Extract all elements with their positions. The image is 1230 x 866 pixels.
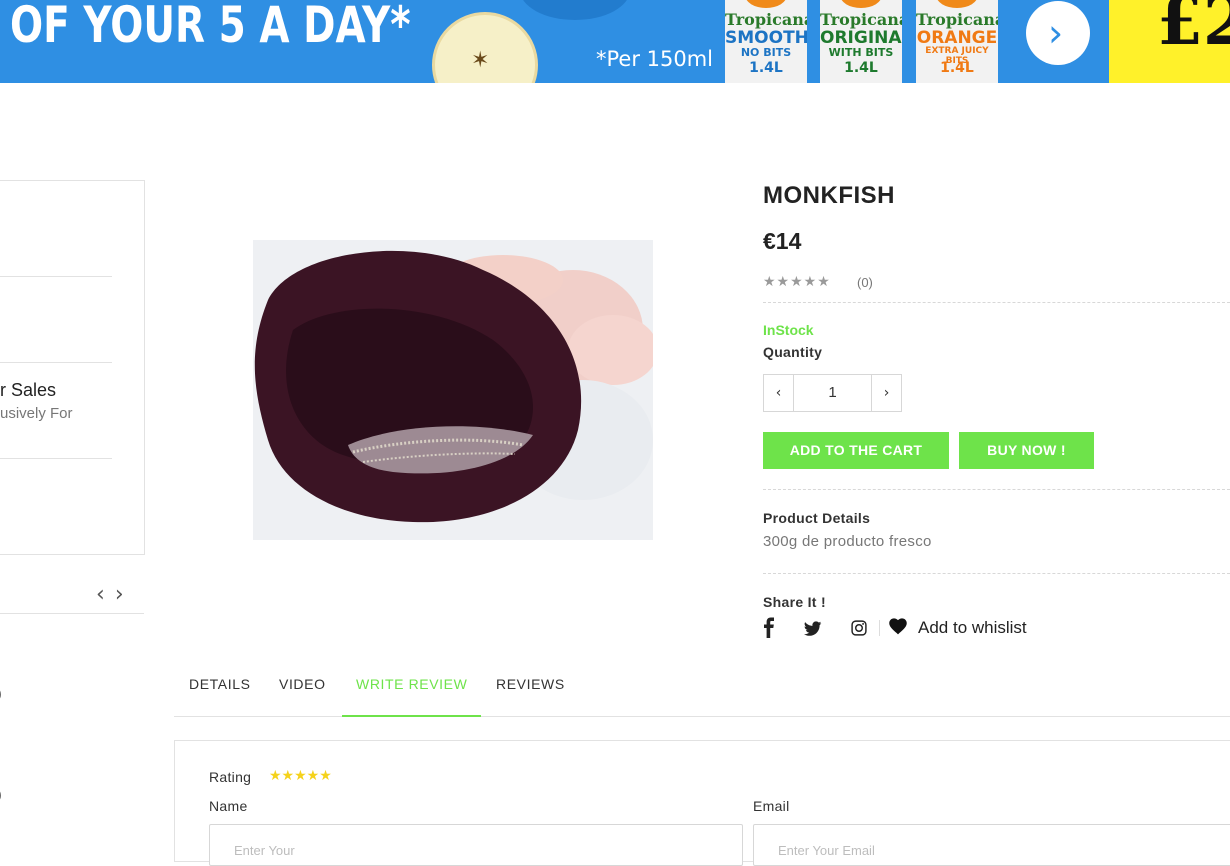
carton-brand: Tropicana	[916, 10, 998, 29]
product-image[interactable]	[253, 240, 653, 540]
product-title: MONKFISH	[763, 182, 895, 209]
share-label: Share It !	[763, 594, 826, 610]
sidebar-fragment: )	[0, 685, 2, 701]
name-label: Name	[209, 798, 248, 814]
promo-price: £2	[1157, 0, 1230, 60]
buy-now-button[interactable]: BUY NOW !	[959, 432, 1094, 469]
quantity-stepper: ‹ 1 ›	[763, 374, 902, 412]
divider	[0, 362, 112, 363]
facebook-icon[interactable]	[763, 617, 775, 639]
carton-volume: 1.4L	[844, 60, 878, 76]
rating-label: Rating	[209, 769, 252, 785]
rating-input-stars[interactable]: ★★★★★	[269, 768, 332, 784]
carton-sub: WITH BITS	[828, 46, 894, 59]
instagram-icon[interactable]	[851, 617, 867, 639]
banner-headline: OF YOUR 5 A DAY*	[10, 0, 411, 54]
tab-reviews[interactable]: REVIEWS	[496, 676, 565, 692]
carton-orange: Tropicana ORANGE EXTRA JUICY BITS 1.4L	[916, 0, 998, 83]
sidebar-item-subtitle: usively For	[0, 405, 73, 422]
tab-details[interactable]: DETAILS	[189, 676, 251, 692]
carton-sub: NO BITS	[740, 46, 792, 59]
sidebar-panel	[0, 180, 145, 555]
rating-count: (0)	[857, 275, 873, 290]
tabs-divider	[174, 716, 1230, 717]
divider	[763, 302, 1230, 303]
quantity-input[interactable]: 1	[794, 375, 871, 411]
divider	[0, 458, 112, 459]
banner-decoration	[520, 0, 630, 20]
quantity-decrease-button[interactable]: ‹	[764, 375, 794, 411]
add-to-cart-button[interactable]: ADD TO THE CART	[763, 432, 949, 469]
twitter-icon[interactable]	[804, 617, 822, 639]
orange-icon	[745, 0, 787, 8]
carton-kind: SMOOTH	[725, 28, 807, 48]
rating-stars: ★★★★★	[763, 274, 831, 290]
sidebar-carousel-nav: ‹ ›	[96, 582, 134, 607]
chevron-right-icon[interactable]: ›	[115, 582, 124, 607]
promo-banner[interactable]: OF YOUR 5 A DAY* ✶ *Per 150ml Tropicana …	[0, 0, 1230, 83]
sidebar-item-title[interactable]: r Sales	[0, 380, 56, 401]
name-field[interactable]: Enter Your	[209, 824, 743, 866]
orange-icon	[936, 0, 978, 8]
email-placeholder: Enter Your Email	[778, 843, 875, 858]
stock-status: InStock	[763, 322, 814, 338]
quantity-label: Quantity	[763, 344, 823, 360]
chevron-right-icon: ›	[1048, 11, 1064, 55]
carton-kind: ORANGE	[916, 28, 998, 48]
carton-brand: Tropicana	[820, 10, 902, 29]
banner-next-button[interactable]: ›	[1026, 1, 1090, 65]
chevron-left-icon[interactable]: ‹	[96, 582, 105, 607]
product-details-label: Product Details	[763, 510, 871, 526]
add-to-whislist-link[interactable]: Add to whislist	[918, 618, 1027, 638]
divider	[879, 620, 880, 636]
sidebar-fragment: )	[0, 786, 2, 802]
orange-icon	[840, 0, 882, 8]
tab-video[interactable]: VIDEO	[279, 676, 326, 692]
heart-icon[interactable]	[888, 616, 908, 636]
product-price: €14	[763, 228, 802, 254]
tab-write-review[interactable]: WRITE REVIEW	[356, 676, 467, 692]
apple-core-icon: ✶	[471, 48, 490, 73]
divider	[763, 489, 1230, 490]
product-details-text: 300g de producto fresco	[763, 533, 932, 550]
email-field[interactable]: Enter Your Email	[753, 824, 1230, 866]
name-placeholder: Enter Your	[234, 843, 295, 858]
quantity-increase-button[interactable]: ›	[871, 375, 901, 411]
banner-footnote: *Per 150ml	[596, 47, 714, 71]
carton-volume: 1.4L	[749, 60, 783, 76]
active-tab-indicator	[342, 715, 481, 717]
email-label: Email	[753, 798, 790, 814]
divider	[0, 613, 144, 614]
carton-original: Tropicana ORIGINAL WITH BITS 1.4L	[820, 0, 902, 83]
carton-volume: 1.4L	[940, 60, 974, 76]
divider	[0, 276, 112, 277]
monkfish-image	[253, 240, 653, 540]
price-promo[interactable]: £2	[1109, 0, 1230, 83]
carton-brand: Tropicana	[725, 10, 807, 29]
carton-smooth: Tropicana SMOOTH NO BITS 1.4L	[725, 0, 807, 83]
divider	[763, 573, 1230, 574]
carton-kind: ORIGINAL	[820, 28, 902, 48]
